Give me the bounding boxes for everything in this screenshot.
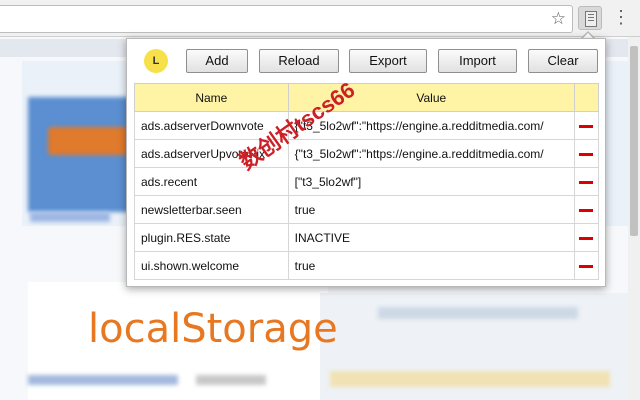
row-key[interactable]: newsletterbar.seen (134, 195, 289, 224)
extension-button[interactable] (578, 6, 602, 30)
bg-bottom-text (196, 375, 266, 385)
row-key[interactable]: ui.shown.welcome (134, 251, 289, 280)
minus-icon (579, 236, 594, 240)
clear-button[interactable]: Clear (528, 49, 598, 73)
logo-icon: L (144, 49, 168, 73)
column-header-name: Name (134, 83, 289, 112)
add-button[interactable]: Add (186, 49, 248, 73)
minus-icon (579, 124, 594, 128)
table-row: newsletterbar.seen true (134, 195, 600, 224)
row-value[interactable]: {"t3_5lo2wf":"https://engine.a.redditmed… (287, 139, 575, 168)
reload-button[interactable]: Reload (259, 49, 339, 73)
browser-toolbar: ☆ ⋮ (0, 0, 640, 37)
table-row: ads.adserverUpvotePix {"t3_5lo2wf":"http… (134, 139, 600, 168)
table-row: ads.recent ["t3_5lo2wf"] (134, 167, 600, 196)
delete-row-button[interactable] (573, 195, 600, 224)
bg-bottom-link (28, 375, 178, 385)
delete-row-button[interactable] (573, 251, 600, 280)
row-value[interactable]: INACTIVE (287, 223, 575, 252)
delete-row-button[interactable] (573, 167, 600, 196)
bg-side-bar (378, 307, 578, 319)
delete-row-button[interactable] (573, 223, 600, 252)
delete-row-button[interactable] (573, 139, 600, 168)
row-value[interactable]: ["t3_5lo2wf"] (287, 167, 575, 196)
minus-icon (579, 208, 594, 212)
caption-title: localStorage (88, 306, 338, 352)
row-value[interactable]: true (287, 251, 575, 280)
bg-link (30, 212, 110, 222)
export-button[interactable]: Export (349, 49, 427, 73)
more-vert-icon[interactable]: ⋮ (612, 7, 630, 27)
bg-side-strip (330, 371, 610, 387)
delete-row-button[interactable] (573, 111, 600, 140)
row-key[interactable]: plugin.RES.state (134, 223, 289, 252)
import-button[interactable]: Import (438, 49, 517, 73)
table-row: ui.shown.welcome true (134, 251, 600, 280)
star-icon[interactable]: ☆ (551, 9, 566, 29)
row-key[interactable]: ads.recent (134, 167, 289, 196)
column-header-delete (573, 83, 600, 112)
scrollbar-thumb[interactable] (630, 46, 638, 236)
minus-icon (579, 264, 594, 268)
address-bar[interactable]: ☆ (0, 5, 573, 33)
row-value[interactable]: true (287, 195, 575, 224)
bg-orange-button (48, 127, 130, 155)
storage-table: Name Value ads.adserverDownvote {"t3_5lo… (134, 83, 600, 280)
localstorage-popup: L Add Reload Export Import Clear Name Va… (126, 38, 606, 287)
table-header-row: Name Value (134, 83, 600, 112)
minus-icon (579, 152, 594, 156)
table-row: ads.adserverDownvote {"t3_5lo2wf":"https… (134, 111, 600, 140)
minus-icon (579, 180, 594, 184)
table-row: plugin.RES.state INACTIVE (134, 223, 600, 252)
storage-icon (585, 11, 597, 27)
